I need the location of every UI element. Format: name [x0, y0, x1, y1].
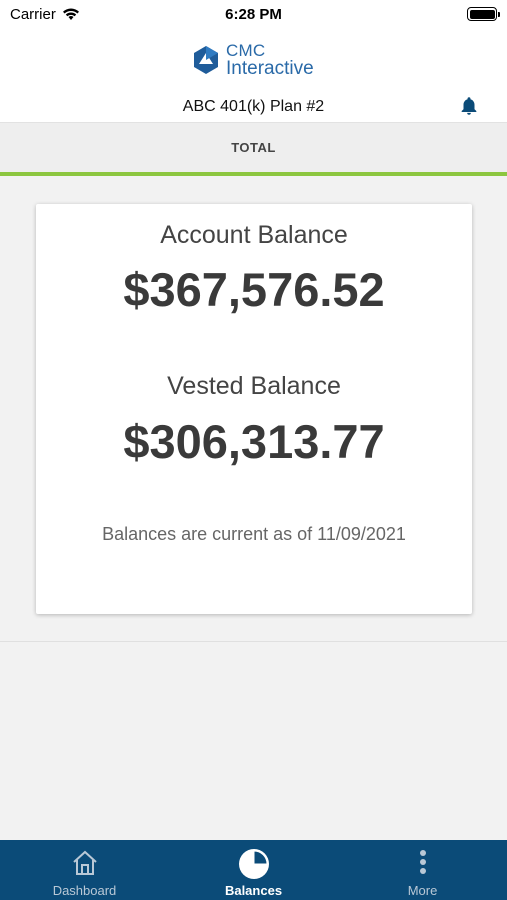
- battery-icon: [467, 7, 500, 21]
- status-left: Carrier: [10, 6, 80, 23]
- plan-selector[interactable]: ABC 401(k) Plan #2: [0, 98, 507, 116]
- cmc-logo-icon: [194, 46, 218, 74]
- more-vertical-icon: [419, 850, 426, 874]
- content-divider: [0, 641, 507, 642]
- status-bar: Carrier 6:28 PM: [0, 0, 507, 28]
- nav-balances[interactable]: Balances: [169, 840, 338, 900]
- logo-text-cmc: CMC: [226, 41, 266, 60]
- cmc-logo: CMC Interactive: [192, 42, 314, 78]
- balances-as-of-note: Balances are current as of 11/09/2021: [102, 524, 406, 544]
- account-balance-amount: $367,576.52: [123, 263, 385, 316]
- tab-indicator: [0, 172, 507, 176]
- home-icon: [72, 850, 97, 875]
- nav-more-label: More: [407, 883, 438, 898]
- bottom-nav: Dashboard Balances More: [0, 840, 507, 900]
- nav-balances-label: Balances: [224, 883, 283, 898]
- account-balance-label: Account Balance: [160, 221, 348, 249]
- vested-balance-label: Vested Balance: [167, 372, 341, 400]
- pie-chart-icon: [238, 849, 269, 879]
- nav-dashboard-label: Dashboard: [52, 883, 117, 898]
- balance-tab-strip: TOTAL: [0, 123, 507, 173]
- bell-icon[interactable]: [458, 95, 480, 117]
- logo-text-interactive: Interactive: [226, 58, 314, 79]
- wifi-icon: [62, 8, 79, 20]
- tab-total[interactable]: TOTAL: [0, 140, 507, 155]
- vested-balance-amount: $306,313.77: [123, 415, 385, 468]
- carrier-label: Carrier: [10, 5, 56, 23]
- nav-more[interactable]: More: [338, 840, 507, 900]
- balance-card: Account Balance $367,576.52 Vested Balan…: [36, 204, 472, 614]
- app-header: CMC Interactive ABC 401(k) Plan #2: [0, 28, 507, 123]
- nav-dashboard[interactable]: Dashboard: [0, 840, 169, 900]
